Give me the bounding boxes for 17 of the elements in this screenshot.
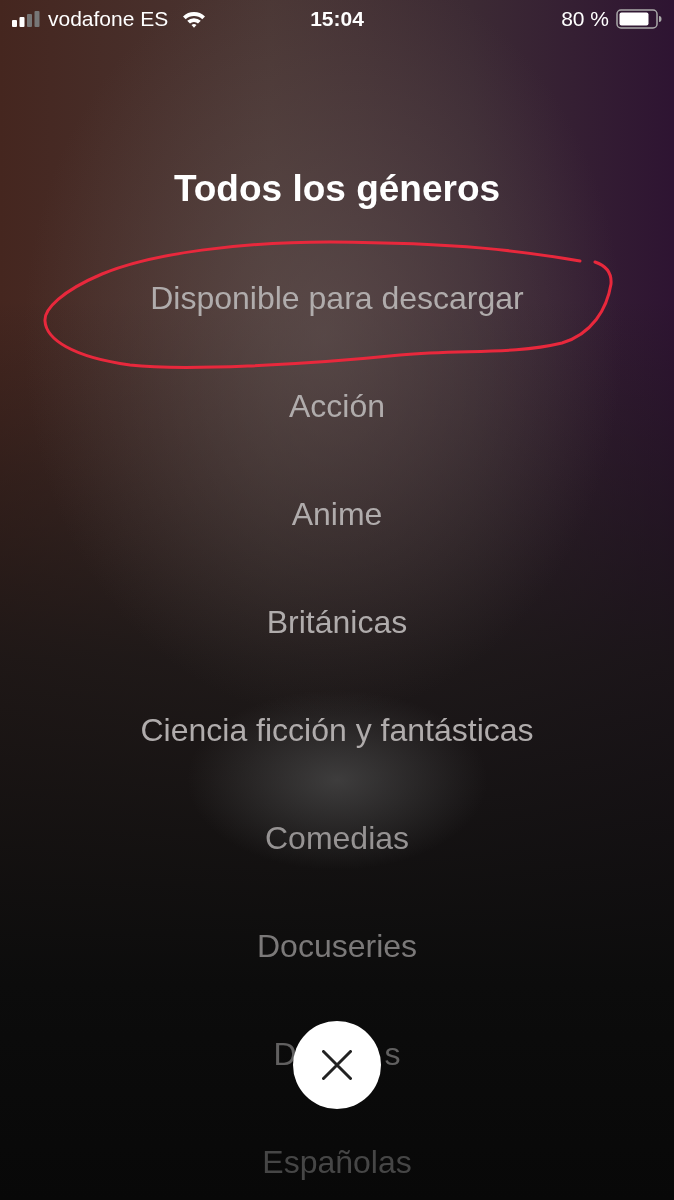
signal-icon xyxy=(12,11,40,27)
genre-item[interactable]: Comedias xyxy=(264,818,410,858)
genre-item[interactable]: Acción xyxy=(288,386,385,426)
genre-item[interactable]: Docuseries xyxy=(256,926,418,966)
genre-item[interactable]: Anime xyxy=(291,494,383,534)
genre-item[interactable]: Disponible para descargar xyxy=(150,278,524,318)
partial-genre-item[interactable]: D xyxy=(273,1034,297,1074)
partial-genre-item[interactable]: s xyxy=(384,1034,401,1074)
genre-item[interactable]: Británicas xyxy=(266,602,408,642)
close-icon xyxy=(322,1050,352,1080)
battery-percentage: 80 % xyxy=(561,7,609,31)
battery-icon xyxy=(616,9,662,29)
clock-time: 15:04 xyxy=(310,7,364,31)
wifi-icon xyxy=(182,10,207,28)
page-title: Todos los géneros xyxy=(172,168,502,210)
genre-item[interactable]: Ciencia ficción y fantásticas xyxy=(140,710,534,750)
carrier-name: vodafone ES xyxy=(48,7,169,31)
